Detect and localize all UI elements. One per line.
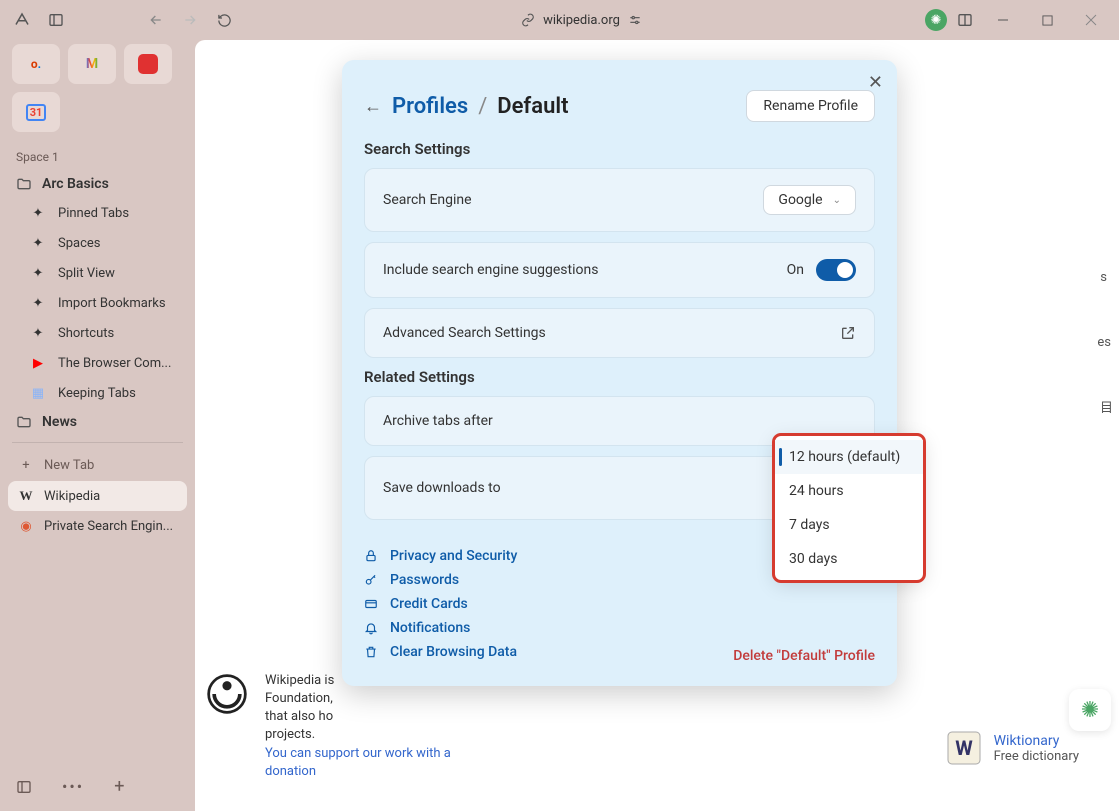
dropdown-option-7d[interactable]: 7 days — [775, 508, 923, 542]
folder-label: News — [42, 414, 77, 430]
arc-favicon: ✦ — [30, 235, 46, 251]
sidebar-item-shortcuts[interactable]: ✦Shortcuts — [8, 318, 187, 348]
chevron-down-icon: ⌄ — [833, 195, 841, 206]
sidebar-bottom-bar: ••• + — [8, 770, 187, 803]
wikimedia-logo-icon — [205, 672, 249, 716]
breadcrumb-profiles-link[interactable]: Profiles — [392, 94, 468, 119]
delete-profile-button[interactable]: Delete "Default" Profile — [733, 648, 875, 664]
sidebar: o. M 31 Space 1 Arc Basics ✦Pinned Tabs … — [0, 40, 195, 811]
reload-button[interactable] — [210, 6, 238, 34]
forward-button[interactable] — [176, 6, 204, 34]
arc-favicon: ✦ — [30, 325, 46, 341]
window-close[interactable] — [1071, 6, 1111, 34]
sidebar-item-keeping-tabs[interactable]: ▦Keeping Tabs — [8, 378, 187, 408]
search-engine-setting: Search Engine Google ⌄ — [364, 168, 875, 232]
new-tab-button[interactable]: + New Tab — [8, 449, 187, 481]
chatgpt-extension-icon[interactable]: ✺ — [925, 9, 947, 31]
dropdown-option-24h[interactable]: 24 hours — [775, 474, 923, 508]
pinned-apps: o. M 31 — [8, 44, 187, 132]
lock-icon — [364, 549, 380, 563]
breadcrumb: ← Profiles / Default — [364, 94, 568, 119]
card-icon — [364, 597, 380, 611]
back-icon[interactable]: ← — [364, 96, 382, 117]
doc-favicon: ▦ — [30, 385, 46, 401]
notifications-link[interactable]: Notifications — [364, 616, 517, 640]
passwords-link[interactable]: Passwords — [364, 568, 517, 592]
window-maximize[interactable] — [1027, 6, 1067, 34]
key-icon — [364, 573, 380, 587]
wikipedia-favicon: W — [18, 488, 34, 504]
duckduckgo-favicon: ◉ — [18, 518, 34, 534]
arc-logo-icon[interactable] — [8, 6, 36, 34]
rename-profile-button[interactable]: Rename Profile — [746, 90, 875, 122]
wiktionary-link[interactable]: W Wiktionary Free dictionary — [946, 730, 1079, 766]
dropdown-option-12h[interactable]: 12 hours (default) — [775, 440, 923, 474]
folder-arc-basics[interactable]: Arc Basics — [8, 170, 187, 198]
folder-icon — [16, 414, 32, 430]
close-button[interactable]: ✕ — [868, 72, 883, 93]
sidebar-toggle-icon[interactable] — [42, 6, 70, 34]
add-icon[interactable]: + — [114, 776, 124, 797]
arc-favicon: ✦ — [30, 295, 46, 311]
wiktionary-icon: W — [946, 730, 982, 766]
sidebar-item-import-bookmarks[interactable]: ✦Import Bookmarks — [8, 288, 187, 318]
plus-icon: + — [18, 457, 34, 473]
pinned-app-office[interactable]: o. — [12, 44, 60, 84]
window-minimize[interactable] — [983, 6, 1023, 34]
folder-icon — [16, 176, 32, 192]
arc-favicon: ✦ — [30, 265, 46, 281]
search-engine-select[interactable]: Google ⌄ — [763, 185, 856, 215]
svg-text:W: W — [955, 736, 973, 760]
sidebar-item-browser-company[interactable]: ▶The Browser Com... — [8, 348, 187, 378]
folder-news[interactable]: News — [8, 408, 187, 436]
pinned-app-calendar[interactable]: 31 — [12, 92, 60, 132]
youtube-favicon: ▶ — [30, 355, 46, 371]
split-view-icon[interactable] — [951, 6, 979, 34]
sidebar-item-split-view[interactable]: ✦Split View — [8, 258, 187, 288]
donation-link[interactable]: You can support our work with a — [265, 746, 451, 761]
wikipedia-footer: Wikipedia is Foundation, that also ho pr… — [205, 672, 451, 781]
section-related-settings: Related Settings — [364, 368, 875, 386]
folder-label: Arc Basics — [42, 176, 109, 192]
clear-browsing-data-link[interactable]: Clear Browsing Data — [364, 640, 517, 664]
dropdown-option-30d[interactable]: 30 days — [775, 542, 923, 576]
back-button[interactable] — [142, 6, 170, 34]
privacy-security-link[interactable]: Privacy and Security — [364, 544, 517, 568]
external-link-icon — [840, 325, 856, 341]
pinned-app-red[interactable] — [124, 44, 172, 84]
more-icon[interactable]: ••• — [62, 777, 84, 796]
tab-wikipedia[interactable]: W Wikipedia — [8, 481, 187, 511]
url-text: wikipedia.org — [543, 13, 620, 28]
bell-icon — [364, 621, 380, 635]
suggestions-toggle[interactable] — [816, 259, 856, 281]
archive-tabs-dropdown: 12 hours (default) 24 hours 7 days 30 da… — [775, 436, 923, 580]
sidebar-item-spaces[interactable]: ✦Spaces — [8, 228, 187, 258]
trash-icon — [364, 645, 380, 659]
arc-favicon: ✦ — [30, 205, 46, 221]
ai-assistant-button[interactable]: ✺ — [1069, 689, 1111, 731]
pinned-app-gmail[interactable]: M — [68, 44, 116, 84]
breadcrumb-current: Default — [497, 94, 568, 119]
related-links-list: Privacy and Security Passwords Credit Ca… — [364, 544, 517, 664]
section-search-settings: Search Settings — [364, 140, 875, 158]
credit-cards-link[interactable]: Credit Cards — [364, 592, 517, 616]
url-bar[interactable]: wikipedia.org — [244, 13, 919, 28]
tab-private-search[interactable]: ◉ Private Search Engin... — [8, 511, 187, 541]
divider — [12, 442, 183, 443]
titlebar: wikipedia.org ✺ — [0, 0, 1119, 40]
sidebar-item-pinned-tabs[interactable]: ✦Pinned Tabs — [8, 198, 187, 228]
space-label: Space 1 — [8, 144, 187, 170]
advanced-search-link[interactable]: Advanced Search Settings — [364, 308, 875, 358]
library-icon[interactable] — [16, 779, 32, 795]
search-suggestions-setting: Include search engine suggestions On — [364, 242, 875, 298]
settings-slider-icon[interactable] — [628, 13, 642, 27]
link-icon — [521, 13, 535, 27]
profile-settings-modal: ✕ ← Profiles / Default Rename Profile Se… — [342, 60, 897, 686]
